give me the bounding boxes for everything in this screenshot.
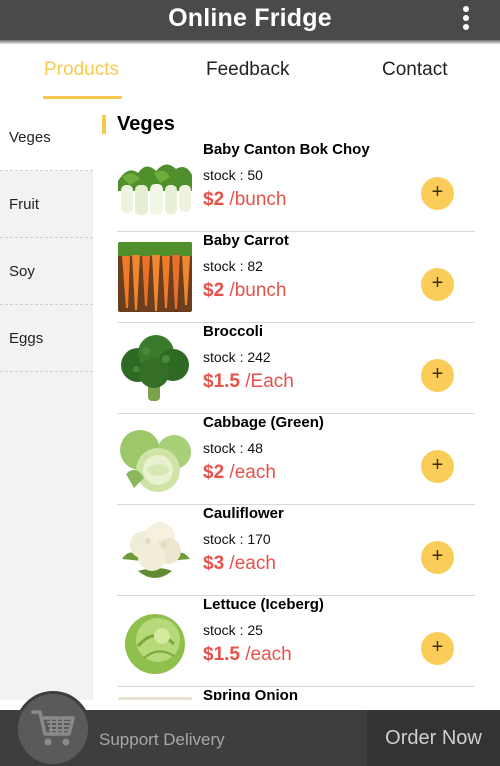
tab-bar: Products Feedback Contact — [0, 44, 500, 100]
cart-icon — [31, 710, 75, 746]
active-tab-indicator — [43, 96, 122, 99]
tab-products[interactable]: Products — [44, 59, 119, 81]
add-to-cart-button[interactable]: + — [421, 359, 454, 392]
product-name: Baby Carrot — [203, 232, 289, 249]
product-price: $2 /bunch — [203, 189, 287, 210]
product-name: Baby Canton Bok Choy — [203, 141, 370, 158]
sidebar-item-veges[interactable]: Veges — [0, 104, 93, 171]
add-to-cart-button[interactable]: + — [421, 177, 454, 210]
product-row[interactable]: Cauliflower stock : 170 $3 /each + — [117, 505, 475, 596]
sidebar-item-fruit[interactable]: Fruit — [0, 171, 93, 238]
product-row[interactable]: Baby Carrot stock : 82 $2 /bunch + — [117, 232, 475, 323]
spring-onion-image — [118, 697, 192, 700]
product-row[interactable]: Broccoli stock : 242 $1.5 /Each + — [117, 323, 475, 414]
product-price: $3 /each — [203, 553, 276, 574]
app-title: Online Fridge — [168, 4, 332, 32]
product-name: Cauliflower — [203, 505, 284, 522]
product-row[interactable]: Lettuce (Iceberg) stock : 25 $1.5 /each … — [117, 596, 475, 687]
product-price: $2 /each — [203, 462, 276, 483]
category-sidebar: Veges Fruit Soy Eggs — [0, 104, 93, 700]
product-name: Spring Onion — [203, 687, 298, 700]
product-list[interactable]: Veges Baby Canton Bok Choy stock : 50 $2… — [93, 104, 500, 700]
add-to-cart-button[interactable]: + — [421, 541, 454, 574]
add-to-cart-button[interactable]: + — [421, 450, 454, 483]
product-row[interactable]: Baby Canton Bok Choy stock : 50 $2 /bunc… — [117, 141, 475, 232]
product-price: $1.5 /each — [203, 644, 292, 665]
product-stock: stock : 242 — [203, 349, 271, 365]
cart-button[interactable] — [15, 691, 91, 766]
bok-choy-image — [118, 151, 192, 221]
product-name: Broccoli — [203, 323, 264, 340]
add-to-cart-button[interactable]: + — [421, 268, 454, 301]
order-now-button[interactable]: Order Now — [367, 710, 500, 766]
cauliflower-image — [118, 515, 192, 585]
product-stock: stock : 50 — [203, 167, 263, 183]
add-to-cart-button[interactable]: + — [421, 632, 454, 665]
product-name: Lettuce (Iceberg) — [203, 596, 324, 613]
product-row[interactable]: Spring Onion — [117, 687, 475, 700]
section-accent-bar — [102, 115, 106, 134]
carrot-image — [118, 242, 192, 312]
tab-feedback[interactable]: Feedback — [206, 59, 289, 81]
app-header: Online Fridge — [0, 0, 500, 40]
more-options-icon[interactable] — [462, 6, 470, 34]
bottom-bar: Support Delivery Order Now — [0, 691, 500, 766]
product-stock: stock : 170 — [203, 531, 271, 547]
tab-contact[interactable]: Contact — [382, 59, 447, 81]
product-stock: stock : 25 — [203, 622, 263, 638]
broccoli-image — [118, 333, 192, 403]
product-stock: stock : 82 — [203, 258, 263, 274]
product-price: $1.5 /Each — [203, 371, 294, 392]
section-title: Veges — [117, 113, 175, 135]
product-name: Cabbage (Green) — [203, 414, 324, 431]
sidebar-item-eggs[interactable]: Eggs — [0, 305, 93, 372]
cabbage-image — [118, 424, 192, 494]
sidebar-item-soy[interactable]: Soy — [0, 238, 93, 305]
support-delivery-label: Support Delivery — [99, 730, 225, 749]
product-price: $2 /bunch — [203, 280, 287, 301]
product-row[interactable]: Cabbage (Green) stock : 48 $2 /each + — [117, 414, 475, 505]
product-stock: stock : 48 — [203, 440, 263, 456]
lettuce-image — [118, 606, 192, 676]
